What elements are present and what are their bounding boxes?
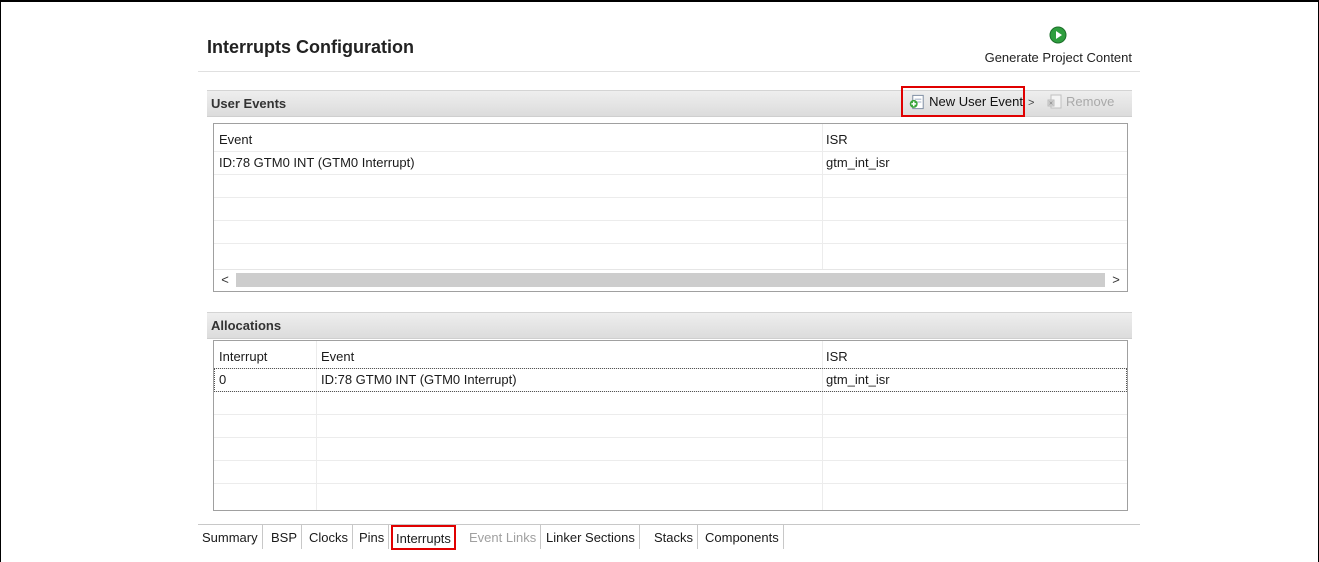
empty-row [214,414,1127,438]
scroll-right-button[interactable]: > [1107,272,1125,288]
table-row[interactable]: ID:78 GTM0 INT (GTM0 Interrupt) gtm_int_… [214,151,1127,175]
scroll-thumb[interactable] [236,273,1105,287]
generate-label: Generate Project Content [984,50,1132,65]
tab-bsp[interactable]: BSP [267,525,303,549]
new-user-event-label: New User Event [929,94,1023,109]
toolbar-chevron-icon: > [1028,97,1035,109]
remove-button[interactable]: Remove [1047,94,1114,109]
column-header-event[interactable]: Event [321,349,354,364]
horizontal-scrollbar[interactable]: < > [214,269,1127,290]
empty-row [214,437,1127,461]
allocations-table: Interrupt Event ISR 0 ID:78 GTM0 INT (GT… [213,340,1128,511]
event-cell: ID:78 GTM0 INT (GTM0 Interrupt) [321,372,517,387]
remove-document-icon [1047,94,1062,109]
user-events-table: Event ISR ID:78 GTM0 INT (GTM0 Interrupt… [213,123,1128,292]
user-events-title: User Events [211,96,287,111]
header-divider [198,71,1140,72]
interrupts-panel: Interrupts Configuration Generate Projec… [198,22,1140,522]
editor-tab-bar: Summary BSP Clocks Pins Interrupts Event… [198,524,1140,550]
column-header-event[interactable]: Event [219,132,252,147]
isr-cell: gtm_int_isr [826,372,890,387]
column-header-isr[interactable]: ISR [826,349,848,364]
scroll-left-button[interactable]: < [216,272,234,288]
new-user-event-button[interactable]: New User Event [901,86,1025,117]
play-circle-icon [1049,26,1067,44]
event-cell: ID:78 GTM0 INT (GTM0 Interrupt) [219,155,415,170]
generate-project-content-button[interactable]: Generate Project Content [985,26,1132,65]
tab-event-links[interactable]: Event Links [465,525,542,549]
tab-pins[interactable]: Pins [355,525,390,549]
table-header: Interrupt Event ISR [214,345,1127,369]
allocations-section-header: Allocations [207,312,1132,339]
remove-label: Remove [1066,94,1115,109]
empty-row [214,174,1127,198]
table-header: Event ISR [214,128,1127,152]
table-row[interactable]: 0 ID:78 GTM0 INT (GTM0 Interrupt) gtm_in… [214,368,1127,392]
column-header-interrupt[interactable]: Interrupt [219,349,267,364]
empty-row [214,197,1127,221]
interrupt-cell: 0 [219,372,227,387]
tab-linker-sections[interactable]: Linker Sections [542,525,640,549]
empty-row [214,220,1127,244]
column-header-isr[interactable]: ISR [826,132,848,147]
user-events-section-header: User Events New User Event > Remove [207,86,1132,117]
tab-clocks[interactable]: Clocks [305,525,354,549]
add-document-icon [909,94,924,109]
empty-row [214,243,1127,266]
page-title: Interrupts Configuration [207,37,414,57]
tab-interrupts[interactable]: Interrupts [391,525,456,550]
tab-components[interactable]: Components [701,525,784,549]
isr-cell: gtm_int_isr [826,155,890,170]
empty-row [214,483,1127,506]
empty-row [214,460,1127,484]
allocations-title: Allocations [211,318,282,333]
empty-row [214,391,1127,415]
tab-summary[interactable]: Summary [198,525,263,549]
tab-stacks[interactable]: Stacks [650,525,699,549]
